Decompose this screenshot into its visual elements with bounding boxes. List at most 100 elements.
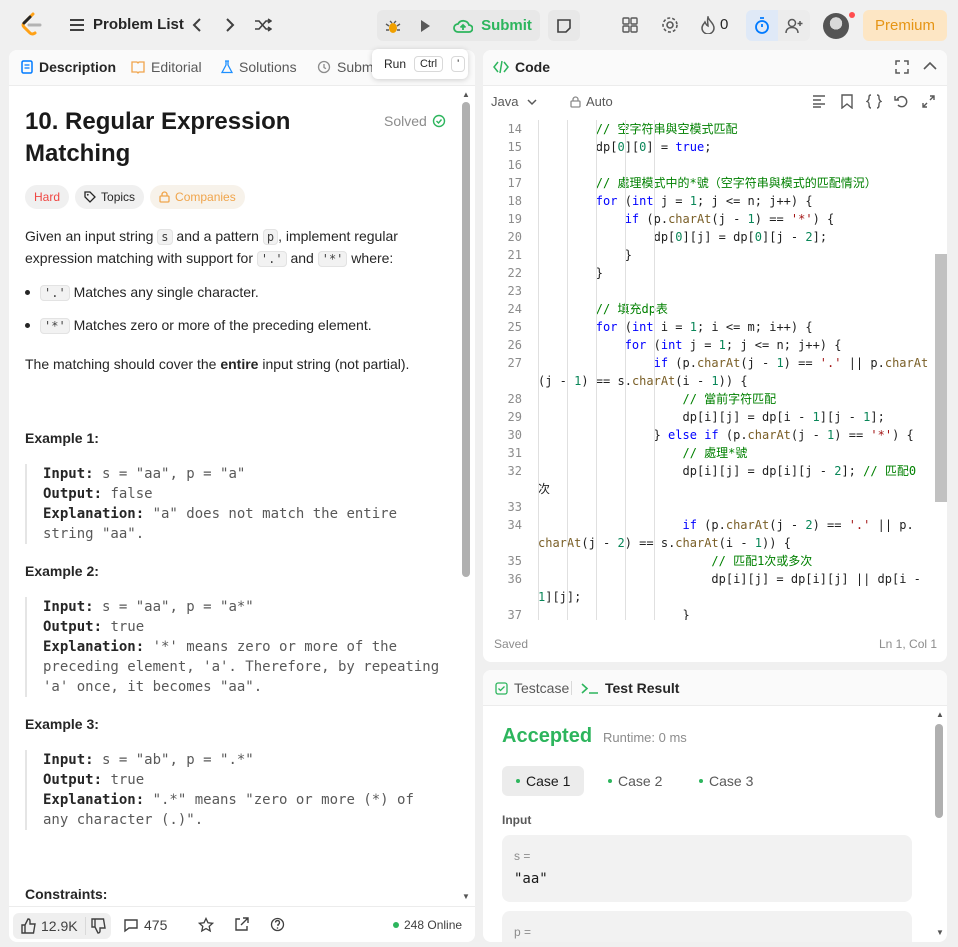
help-button[interactable] [270,917,285,932]
code-line[interactable]: 29 dp[i][j] = dp[i - 1][j - 1]; [483,408,935,426]
code-line[interactable]: 26 for (int j = 1; j <= n; j++) { [483,336,935,354]
code-line[interactable]: 25 for (int i = 1; i <= m; i++) { [483,318,935,336]
statement-text: where: [347,250,394,266]
code-line[interactable]: 33 [483,498,935,516]
code-line[interactable]: (j - 1) == s.charAt(i - 1)) { [483,372,935,390]
timer-button[interactable] [746,10,778,41]
code-line[interactable]: 35 // 匹配1次或多次 [483,552,935,570]
code-tab[interactable]: Code [493,59,550,75]
scroll-up-arrow[interactable]: ▲ [462,90,470,99]
code-line[interactable]: 36 dp[i][j] = dp[i][j] || dp[i - [483,570,935,588]
tab-test-result[interactable]: Test Result [581,680,679,696]
notes-button[interactable] [548,10,580,41]
bookmark-icon [841,94,853,109]
coverage-text: The matching should cover the [25,356,221,372]
statement-text: , implement regular [278,228,398,244]
case-2-tab[interactable]: Case 2 [594,766,676,796]
code-line[interactable]: 15 dp[0][0] = true; [483,138,935,156]
prev-problem-icon[interactable] [186,14,208,36]
example-explanation: "a" does not match the entire [152,506,398,522]
tab-testcase[interactable]: Testcase [495,680,569,696]
companies-tag[interactable]: Companies [150,185,245,209]
case-3-tab[interactable]: Case 3 [685,766,767,796]
add-user-icon [785,18,803,33]
code-line[interactable]: 37 } [483,606,935,620]
collapse-button[interactable] [923,61,937,71]
code-line[interactable]: 34 if (p.charAt(j - 2) == '.' || p. [483,516,935,534]
next-problem-icon[interactable] [219,14,241,36]
bullet-star-rule: '*' Matches zero or more of the precedin… [25,317,372,334]
code-line[interactable]: 次 [483,480,935,498]
bookmark-button[interactable] [841,94,853,109]
reset-button[interactable] [894,94,909,109]
braces-icon [866,94,882,109]
result-scrollbar[interactable] [935,724,943,818]
code-line[interactable]: 30 } else if (p.charAt(j - 1) == '*') { [483,426,935,444]
code-line[interactable]: 24 // 填充dp表 [483,300,935,318]
fullscreen-button[interactable] [895,60,909,74]
code-line[interactable]: 28 // 當前字符匹配 [483,390,935,408]
bullet-code: '*' [40,318,70,334]
code-text: for (int j = 1; j <= n; j++) { [595,194,813,208]
code-line[interactable]: 23 [483,282,935,300]
code-line[interactable]: 20 dp[0][j] = dp[0][j - 2]; [483,228,935,246]
line-number: 36 [507,572,522,586]
format-button[interactable] [812,95,826,108]
share-button[interactable] [234,917,249,932]
tab-description[interactable]: Description [21,59,116,75]
streak-fire-icon[interactable] [697,14,719,36]
maximize-editor-button[interactable] [922,95,935,108]
description-scrollbar[interactable] [462,102,470,577]
tab-solutions[interactable]: Solutions [221,59,297,75]
code-line[interactable]: 17 // 處理模式中的*號（空字符串與模式的匹配情況） [483,174,935,192]
line-number: 20 [507,230,522,244]
indent-guide [567,120,568,620]
code-line[interactable]: 19 if (p.charAt(j - 1) == '*') { [483,210,935,228]
result-scroll-down-arrow[interactable]: ▼ [936,928,944,937]
coverage-bold: entire [220,356,259,372]
tab-editorial[interactable]: Editorial [131,59,202,75]
code-line[interactable]: 14 // 空字符串與空模式匹配 [483,120,935,138]
list-icon[interactable] [66,14,88,36]
topics-tag[interactable]: Topics [75,185,145,209]
problem-list-link[interactable]: Problem List [93,16,184,33]
editor-scrollbar[interactable] [935,254,947,502]
star-code: '*' [317,251,348,267]
favorite-button[interactable] [198,917,214,933]
language-select[interactable]: Java [491,94,537,109]
comments-button[interactable]: 475 [123,917,167,933]
settings-gear-icon[interactable] [659,14,681,36]
code-line[interactable]: 27 if (p.charAt(j - 1) == '.' || p.charA… [483,354,935,372]
avatar[interactable] [823,13,849,39]
result-scroll-up-arrow[interactable]: ▲ [936,710,944,719]
code-line[interactable]: 1][j]; [483,588,935,606]
code-editor[interactable]: 14 // 空字符串與空模式匹配 15 dp[0][0] = true; 16 17 … [483,120,935,620]
code-line[interactable]: 21 } [483,246,935,264]
code-line[interactable]: 16 [483,156,935,174]
code-line[interactable]: charAt(j - 2) == s.charAt(i - 1)) { [483,534,935,552]
code-line[interactable]: 32 dp[i][j] = dp[i][j - 2]; // 匹配0 [483,462,935,480]
debug-button[interactable] [377,10,409,41]
submit-button[interactable]: Submit [445,10,540,41]
case-1-tab[interactable]: Case 1 [502,766,585,796]
auto-mode-toggle[interactable]: Auto [570,94,613,109]
shuffle-icon[interactable] [252,14,274,36]
dislike-button[interactable] [91,918,107,934]
like-button[interactable] [21,918,37,934]
result-panel: Testcase Test Result Accepted Runtime: 0… [483,670,947,942]
code-line[interactable]: 31 // 處理*號 [483,444,935,462]
line-number: 31 [507,446,522,460]
layout-grid-icon[interactable] [619,14,641,36]
scroll-down-arrow[interactable]: ▼ [462,892,470,901]
run-button[interactable] [409,10,441,41]
premium-button[interactable]: Premium [863,10,947,41]
add-collaborator-button[interactable] [778,10,810,41]
tab-submissions[interactable]: Subm [317,59,374,75]
code-line[interactable]: 22 } [483,264,935,282]
leetcode-logo[interactable] [20,12,44,38]
example-input: s = "ab", p = ".*" [102,752,254,768]
braces-button[interactable] [866,94,882,109]
bullet-point [25,322,30,328]
code-line[interactable]: 18 for (int j = 1; j <= n; j++) { [483,192,935,210]
coverage-note: The matching should cover the entire inp… [25,354,409,375]
